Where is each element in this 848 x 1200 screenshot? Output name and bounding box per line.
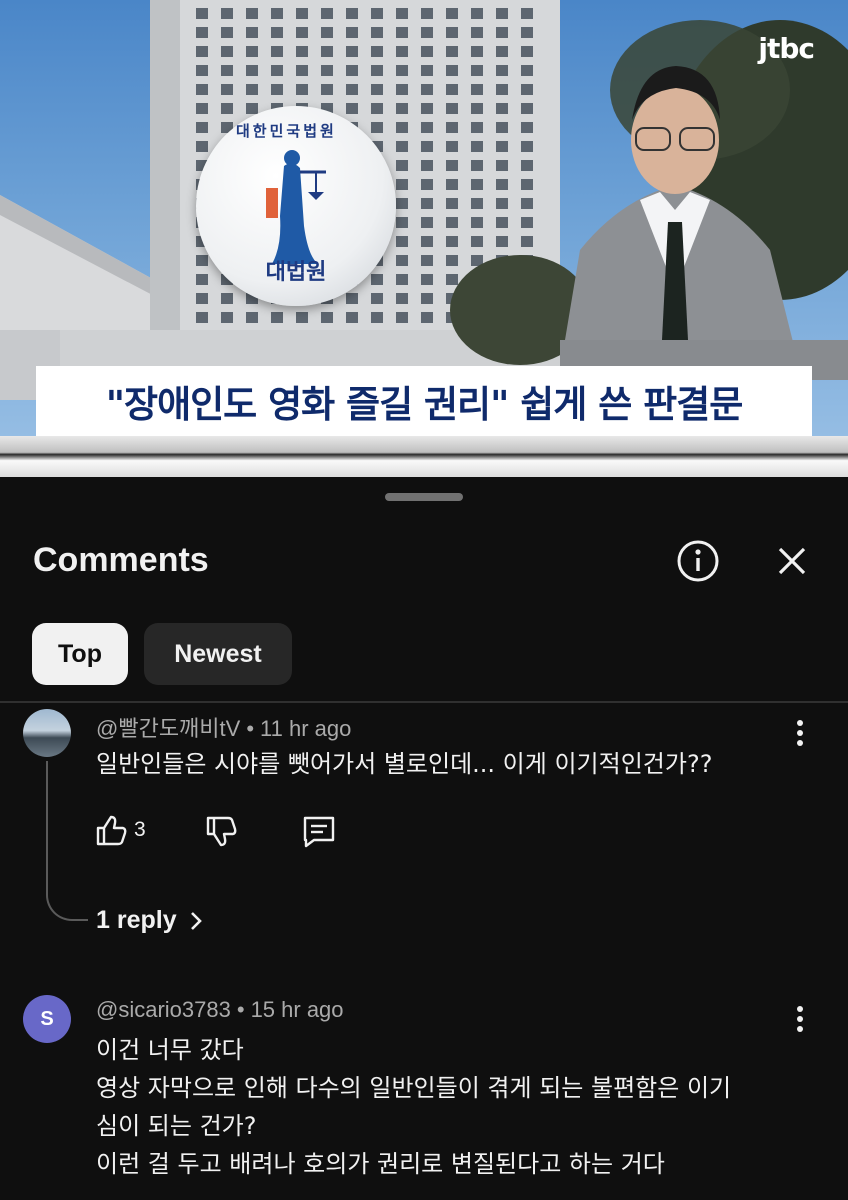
drag-handle[interactable]: [385, 493, 463, 501]
close-icon: [778, 547, 806, 575]
comment-reply-icon: [303, 816, 335, 848]
supreme-court-seal: 대한민국법원 대법원: [196, 106, 396, 306]
comment-author[interactable]: @sicario3783: [96, 997, 231, 1022]
news-headline-banner: "장애인도 영화 즐길 권리" 쉽게 쓴 판결문: [36, 366, 812, 436]
thread-connector: [46, 761, 88, 921]
more-vert-icon: [797, 720, 803, 746]
dislike-button[interactable]: [204, 815, 238, 849]
more-options-button[interactable]: [790, 717, 810, 749]
thumbs-down-icon: [206, 816, 237, 847]
more-options-button[interactable]: [790, 1003, 810, 1035]
like-count: 3: [134, 818, 146, 841]
comment-author[interactable]: @빨간도깨비tV: [96, 716, 240, 741]
replies-label: 1 reply: [96, 906, 177, 934]
comment-text-line: 심이 되는 건가?: [96, 1112, 257, 1140]
like-button[interactable]: 3: [94, 813, 146, 847]
close-button[interactable]: [770, 539, 814, 583]
view-replies-link[interactable]: 1 reply: [96, 906, 203, 935]
avatar[interactable]: [23, 709, 71, 757]
info-button[interactable]: [676, 539, 720, 583]
comment-meta: @빨간도깨비tV • 11 hr ago: [96, 716, 352, 741]
comment-meta: @sicario3783 • 15 hr ago: [96, 997, 344, 1022]
divider: [0, 701, 848, 703]
comment-text: 일반인들은 시야를 뺏어가서 별로인데... 이게 이기적인건가??: [96, 750, 713, 778]
avatar-letter: S: [40, 1007, 54, 1030]
chip-newest[interactable]: Newest: [144, 623, 292, 685]
comment-time: 11 hr ago: [260, 716, 352, 741]
channel-logo: jtbc: [758, 32, 815, 65]
comments-sheet: Comments Top Newest @빨간도깨비tV • 11 hr ago 일…: [0, 477, 848, 1200]
comment-text-line: 이런 걸 두고 배려나 호의가 권리로 변질된다고 하는 거다: [96, 1150, 665, 1178]
chevron-right-icon: [190, 911, 202, 930]
video-player[interactable]: jtbc 대한민국법원 대법원 "장애인도 영화 즐길 권리" 쉽게 쓴 판결문: [0, 0, 848, 477]
lower-third-strip: [0, 436, 848, 477]
sheet-title: Comments: [33, 541, 209, 579]
info-icon: [677, 540, 719, 582]
chip-top[interactable]: Top: [32, 623, 128, 685]
comment-text-line: 이건 너무 갔다: [96, 1036, 244, 1064]
seal-name: 대법원: [265, 260, 327, 285]
thumbs-up-icon: [96, 815, 127, 846]
more-vert-icon: [797, 1006, 803, 1032]
comment-time: 15 hr ago: [250, 997, 344, 1022]
comment-text-line: 영상 자막으로 인해 다수의 일반인들이 겪게 되는 불편함은 이기: [96, 1074, 732, 1102]
avatar[interactable]: S: [23, 995, 71, 1043]
reply-button[interactable]: [302, 815, 336, 849]
news-headline: "장애인도 영화 즐길 권리" 쉽게 쓴 판결문: [105, 383, 743, 426]
